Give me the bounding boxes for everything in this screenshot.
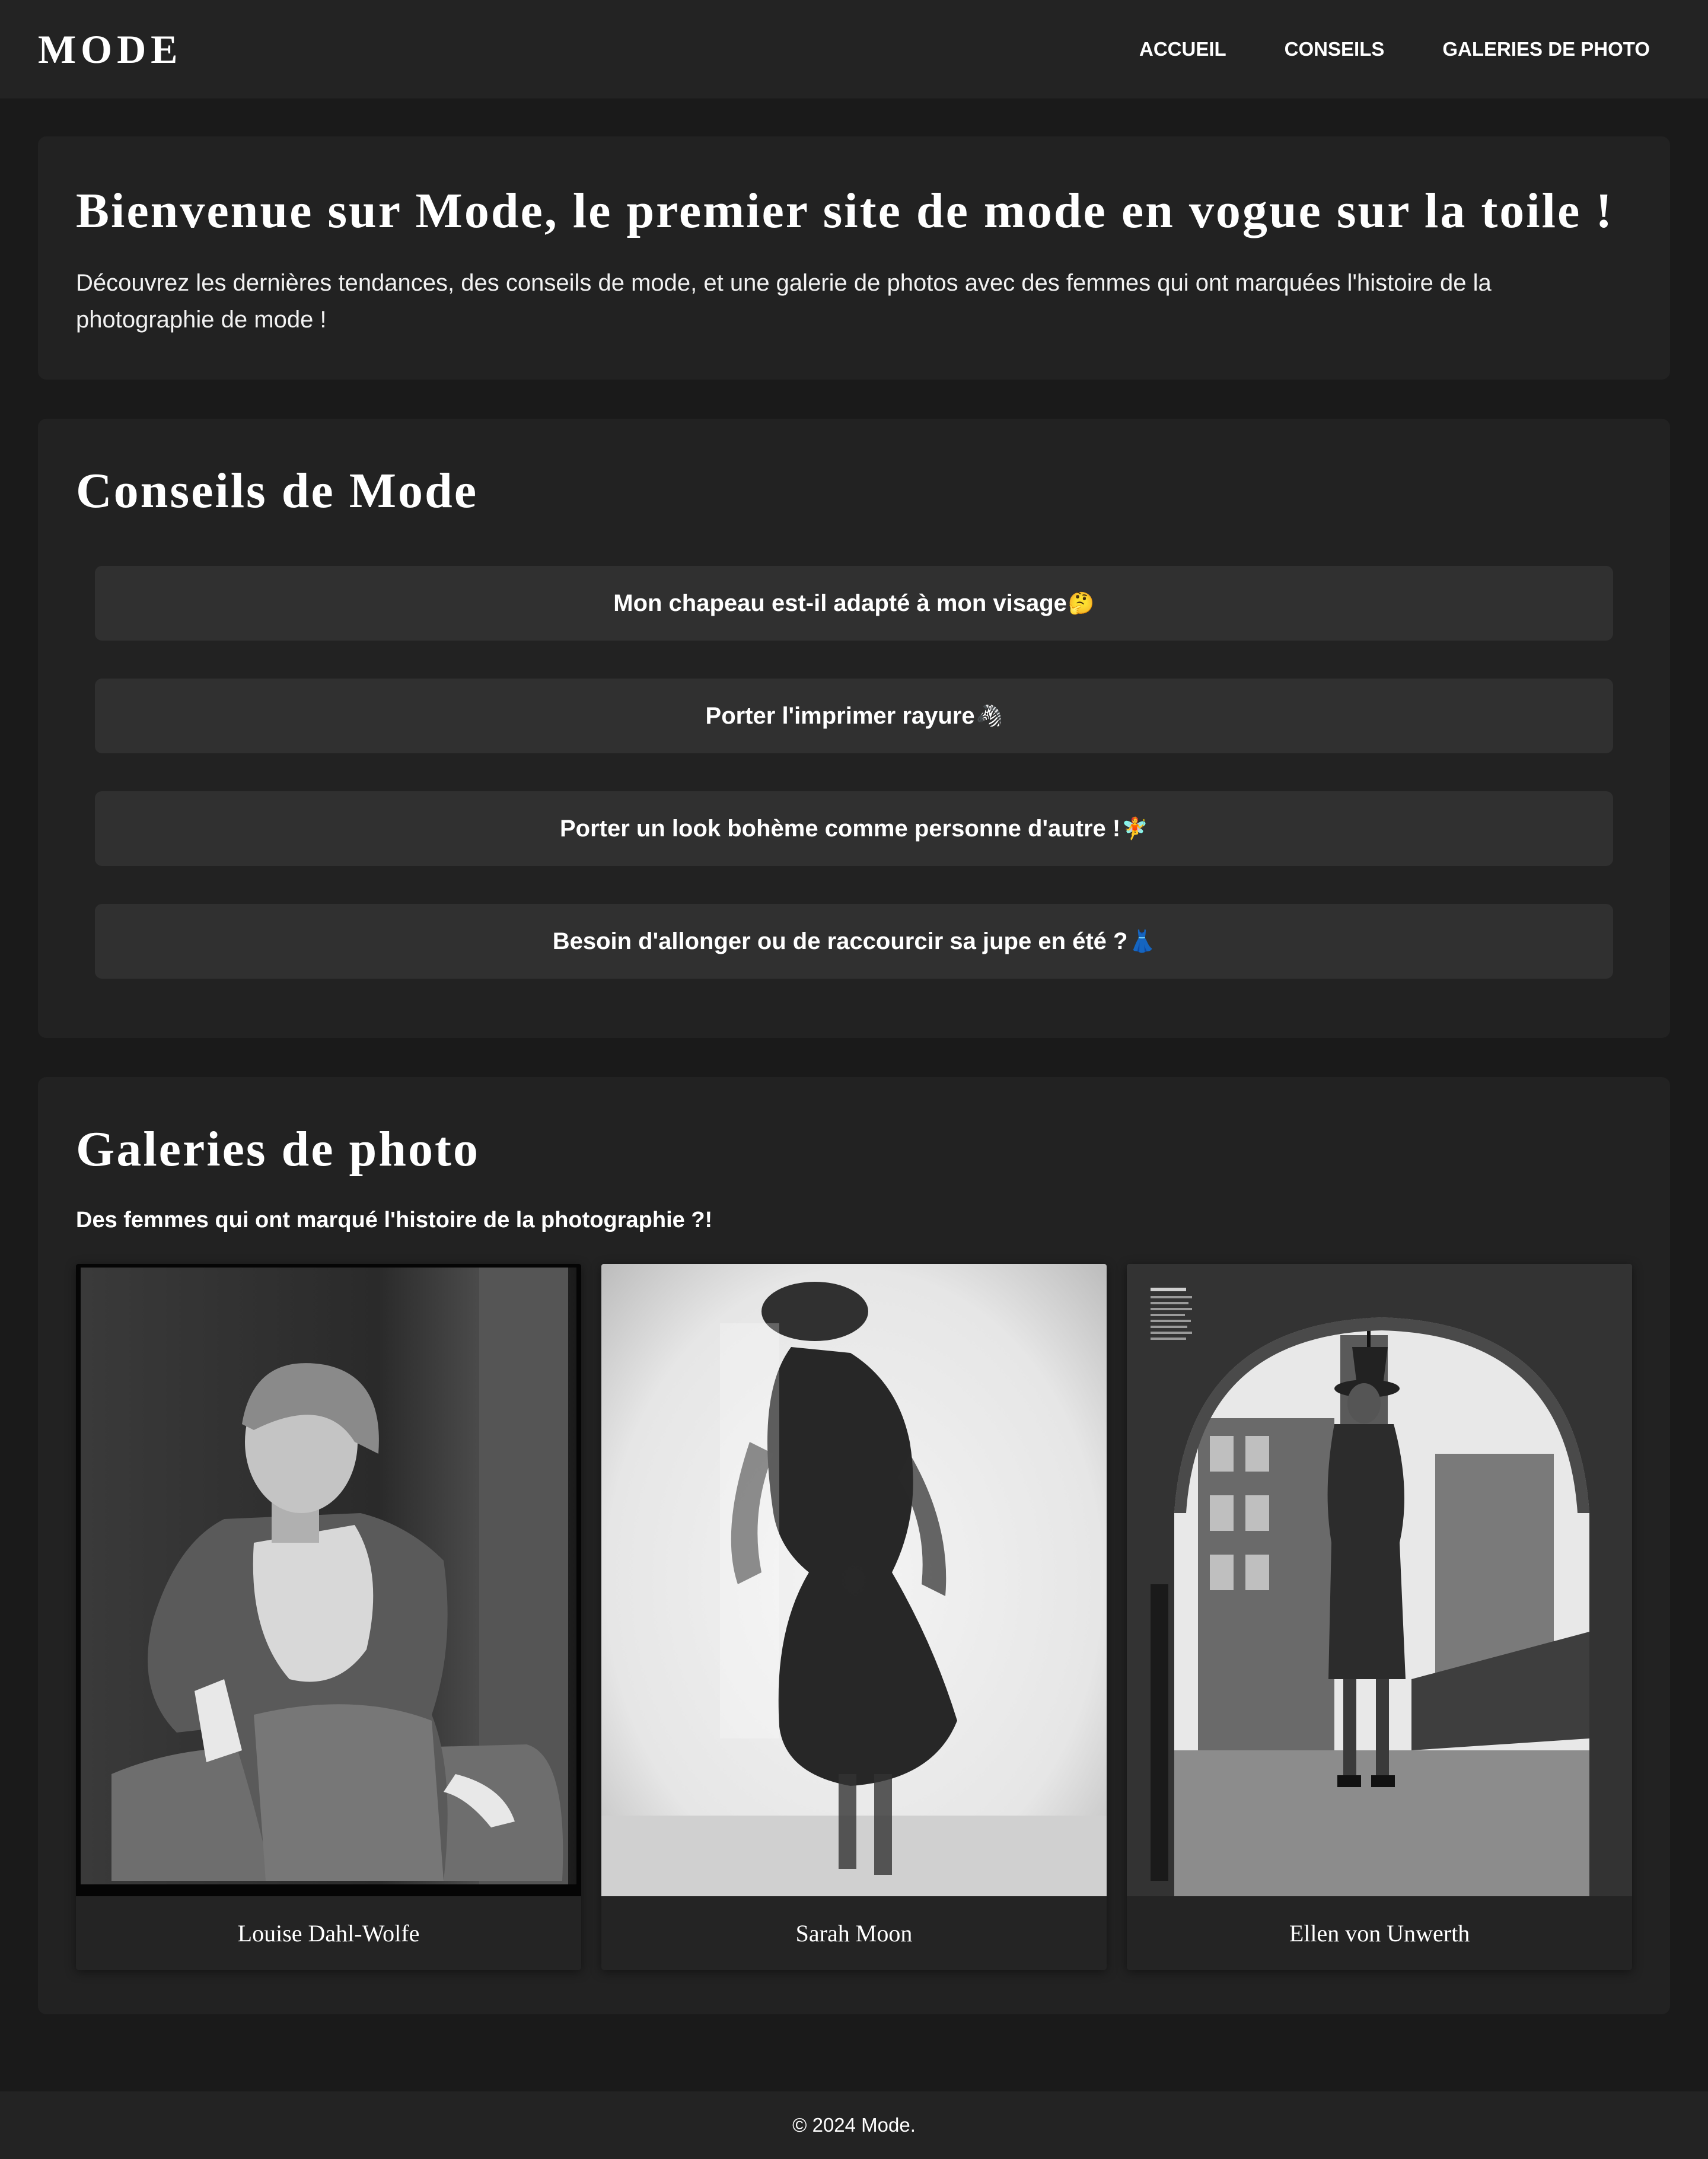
gallery-section: Galeries de photo Des femmes qui ont mar… [38, 1077, 1670, 2014]
tip-button-stripes[interactable]: Porter l'imprimer rayure 🦓 [95, 679, 1613, 754]
photo-ellen-von-unwerth [1127, 1264, 1632, 1897]
tip-label: Porter un look bohème comme personne d'a… [559, 815, 1121, 842]
photo-sarah-moon [601, 1264, 1107, 1897]
tip-label: Porter l'imprimer rayure [705, 702, 975, 729]
site-footer: © 2024 Mode. [0, 2091, 1708, 2159]
zebra-icon: 🦓 [976, 703, 1003, 728]
photo-caption: Sarah Moon [795, 1919, 913, 1947]
dress-icon: 👗 [1129, 929, 1156, 954]
tip-button-boheme[interactable]: Porter un look bohème comme personne d'a… [95, 791, 1613, 867]
welcome-title: Bienvenue sur Mode, le premier site de m… [76, 183, 1614, 238]
nav-accueil[interactable]: ACCUEIL [1139, 38, 1226, 60]
tips-list: Mon chapeau est-il adapté à mon visage 🤔 … [95, 566, 1613, 979]
nav-conseils[interactable]: CONSEILS [1285, 38, 1385, 60]
nav-galeries-de-photo[interactable]: GALERIES DE PHOTO [1442, 38, 1650, 60]
fairy-icon: 🧚 [1121, 816, 1149, 841]
photo-card[interactable]: Sarah Moon [601, 1264, 1107, 1970]
photo-card[interactable]: Louise Dahl-Wolfe [76, 1264, 581, 1970]
photo-louise-dahl-wolfe [76, 1264, 581, 1897]
tip-button-hat[interactable]: Mon chapeau est-il adapté à mon visage 🤔 [95, 566, 1613, 641]
gallery-title: Galeries de photo [76, 1122, 480, 1177]
tip-label: Mon chapeau est-il adapté à mon visage [613, 590, 1067, 616]
site-header: MODE ACCUEIL CONSEILS GALERIES DE PHOTO [0, 0, 1708, 98]
tip-label: Besoin d'allonger ou de raccourcir sa ju… [552, 928, 1128, 954]
tip-button-skirt[interactable]: Besoin d'allonger ou de raccourcir sa ju… [95, 904, 1613, 979]
welcome-text: Découvrez les dernières tendances, des c… [76, 270, 1492, 333]
site-logo[interactable]: MODE [38, 26, 183, 73]
thinking-face-icon: 🤔 [1068, 591, 1095, 616]
gallery-subtitle: Des femmes qui ont marqué l'histoire de … [76, 1208, 713, 1233]
tips-title: Conseils de Mode [76, 463, 478, 518]
copyright-text: © 2024 Mode. [792, 2114, 916, 2136]
photo-grid: Louise Dahl-Wolfe Sarah Moon Ellen von U… [76, 1264, 1632, 1970]
photo-card[interactable]: Ellen von Unwerth [1127, 1264, 1632, 1970]
main-nav: ACCUEIL CONSEILS GALERIES DE PHOTO [1139, 38, 1670, 60]
welcome-section: Bienvenue sur Mode, le premier site de m… [38, 136, 1670, 380]
photo-caption: Ellen von Unwerth [1289, 1919, 1470, 1947]
tips-section: Conseils de Mode Mon chapeau est-il adap… [38, 419, 1670, 1038]
photo-caption: Louise Dahl-Wolfe [237, 1919, 420, 1947]
